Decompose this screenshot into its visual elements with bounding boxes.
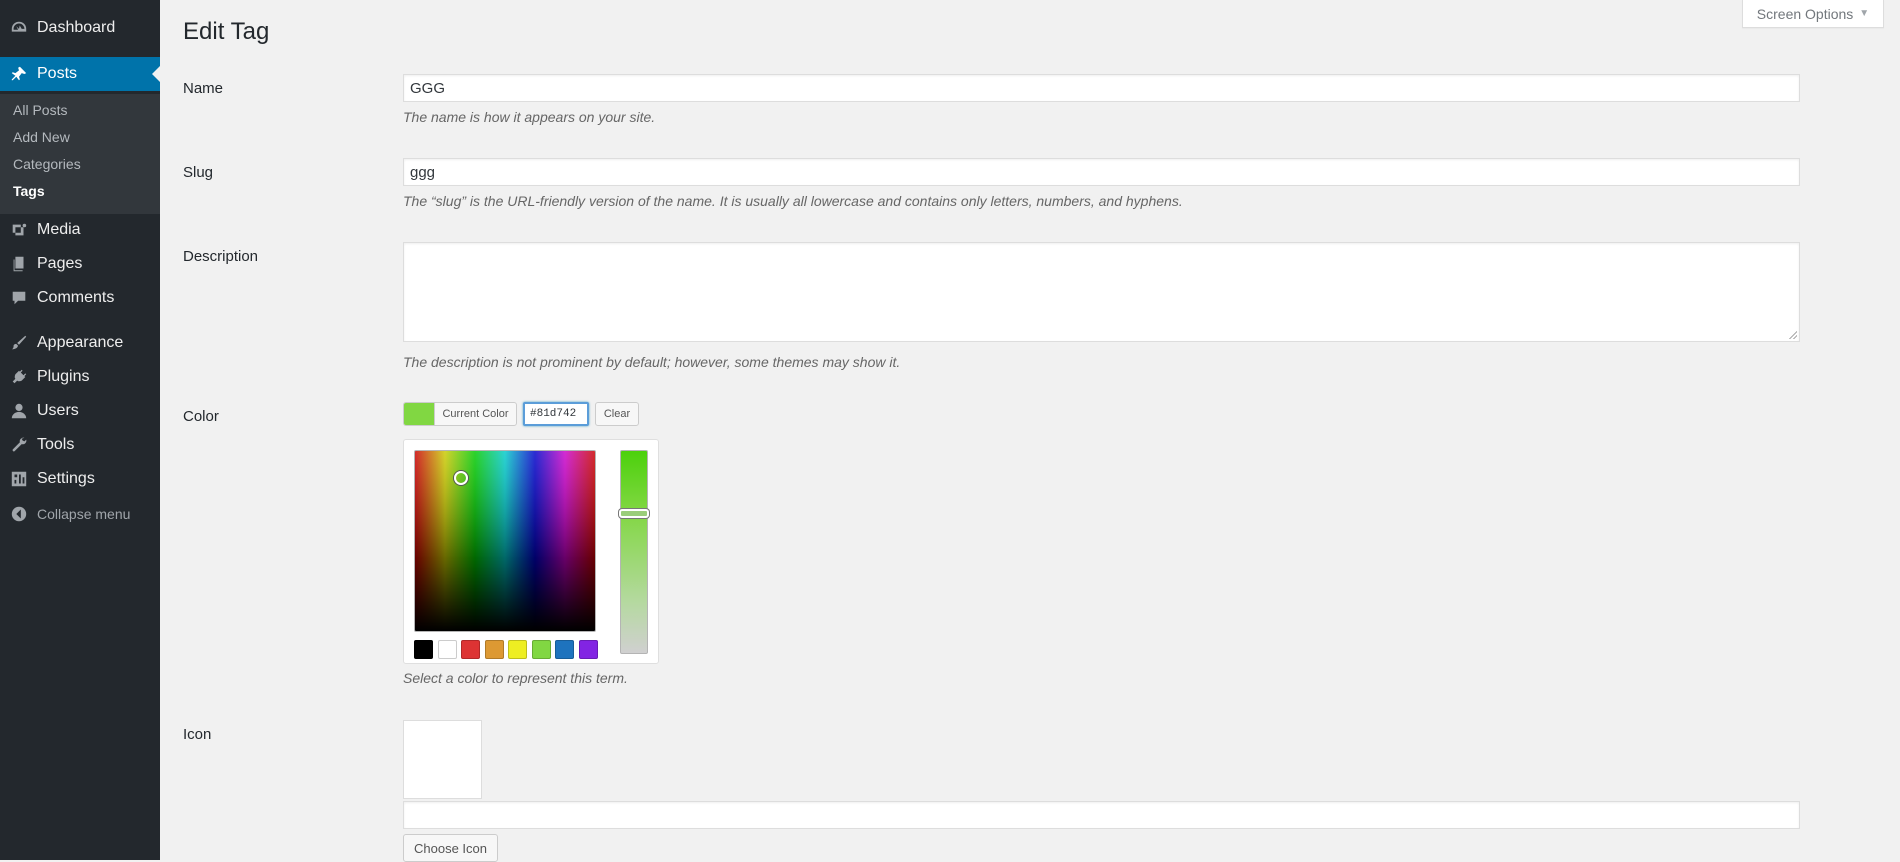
- submenu-categories[interactable]: Categories: [13, 156, 81, 172]
- description-label: Description: [183, 248, 259, 265]
- palette-swatch[interactable]: [578, 640, 598, 659]
- collapse-arrow-icon: [9, 504, 29, 524]
- description-help: The description is not prominent by defa…: [403, 354, 901, 370]
- menu-tools-label: Tools: [37, 436, 75, 453]
- screen-options-button[interactable]: Screen Options ▼: [1742, 0, 1884, 28]
- choose-icon-button[interactable]: Choose Icon: [403, 834, 498, 862]
- menu-media-label: Media: [37, 221, 81, 238]
- color-hex-input[interactable]: [523, 402, 589, 426]
- name-label: Name: [183, 80, 224, 97]
- menu-settings[interactable]: Settings: [0, 462, 160, 496]
- caret-down-icon: ▼: [1859, 8, 1870, 19]
- slug-description: The “slug” is the URL-friendly version o…: [403, 193, 1183, 209]
- icon-label: Icon: [183, 726, 212, 743]
- wrench-icon: [9, 435, 29, 455]
- menu-pages-label: Pages: [37, 255, 83, 272]
- settings-icon: [9, 469, 29, 489]
- icon-preview: [403, 720, 482, 799]
- menu-media[interactable]: Media: [0, 213, 160, 247]
- menu-tools[interactable]: Tools: [0, 428, 160, 462]
- clear-color-button[interactable]: Clear: [595, 402, 639, 426]
- screen-options-label: Screen Options: [1756, 5, 1854, 22]
- menu-posts[interactable]: Posts: [0, 57, 160, 91]
- palette-swatch[interactable]: [508, 640, 527, 659]
- description-textarea[interactable]: [403, 242, 1800, 342]
- slug-label: Slug: [183, 164, 214, 181]
- menu-appearance[interactable]: Appearance: [0, 326, 160, 360]
- color-label: Color: [183, 408, 219, 425]
- menu-users[interactable]: Users: [0, 394, 160, 428]
- menu-settings-label: Settings: [37, 470, 95, 487]
- menu-appearance-label: Appearance: [37, 334, 124, 351]
- palette-swatch[interactable]: [531, 640, 551, 659]
- palette-swatch[interactable]: [555, 640, 574, 659]
- slug-input[interactable]: [403, 158, 1800, 186]
- menu-pages[interactable]: Pages: [0, 247, 160, 281]
- submenu-all-posts[interactable]: All Posts: [13, 102, 67, 118]
- icon-input[interactable]: [403, 801, 1800, 829]
- collapse-menu-button[interactable]: Collapse menu: [0, 497, 160, 531]
- current-color-label: Current Color: [442, 408, 509, 420]
- pin-icon: [9, 64, 29, 84]
- user-icon: [9, 401, 29, 421]
- menu-plugins-label: Plugins: [37, 368, 90, 385]
- color-lightness-slider[interactable]: [619, 450, 649, 654]
- current-menu-arrow: [152, 66, 160, 82]
- menu-comments[interactable]: Comments: [0, 281, 160, 315]
- menu-plugins[interactable]: Plugins: [0, 360, 160, 394]
- collapse-menu-label: Collapse menu: [37, 506, 131, 522]
- resize-grip-icon[interactable]: [1789, 331, 1797, 339]
- color-description: Select a color to represent this term.: [403, 670, 628, 686]
- color-square-handle[interactable]: [454, 471, 468, 485]
- plug-icon: [9, 367, 29, 387]
- color-picker: [403, 439, 659, 664]
- comments-icon: [9, 288, 29, 308]
- palette-swatch[interactable]: [461, 640, 480, 659]
- menu-dashboard[interactable]: Dashboard: [0, 11, 160, 45]
- submenu-tags[interactable]: Tags: [13, 183, 45, 199]
- palette-swatch[interactable]: [414, 640, 433, 659]
- menu-posts-label: Posts: [37, 65, 78, 82]
- slider-handle[interactable]: [619, 509, 649, 518]
- current-color-swatch: [404, 403, 435, 425]
- posts-submenu: All Posts Add New Categories Tags: [0, 94, 160, 214]
- submenu-add-new[interactable]: Add New: [13, 129, 70, 145]
- palette-swatch[interactable]: [437, 640, 457, 659]
- current-color-button[interactable]: Current Color: [403, 402, 517, 426]
- menu-dashboard-label: Dashboard: [37, 19, 116, 36]
- admin-sidebar: Dashboard Posts All Posts Add New Catego…: [0, 0, 160, 860]
- dashboard-icon: [9, 18, 29, 38]
- menu-comments-label: Comments: [37, 289, 115, 306]
- pages-icon: [9, 254, 29, 274]
- color-square[interactable]: [414, 450, 596, 632]
- name-description: The name is how it appears on your site.: [403, 109, 656, 125]
- menu-users-label: Users: [37, 402, 79, 419]
- brush-icon: [9, 333, 29, 353]
- page-title: Edit Tag: [183, 18, 270, 45]
- media-icon: [9, 220, 29, 240]
- name-input[interactable]: [403, 74, 1800, 102]
- palette-swatch[interactable]: [484, 640, 504, 659]
